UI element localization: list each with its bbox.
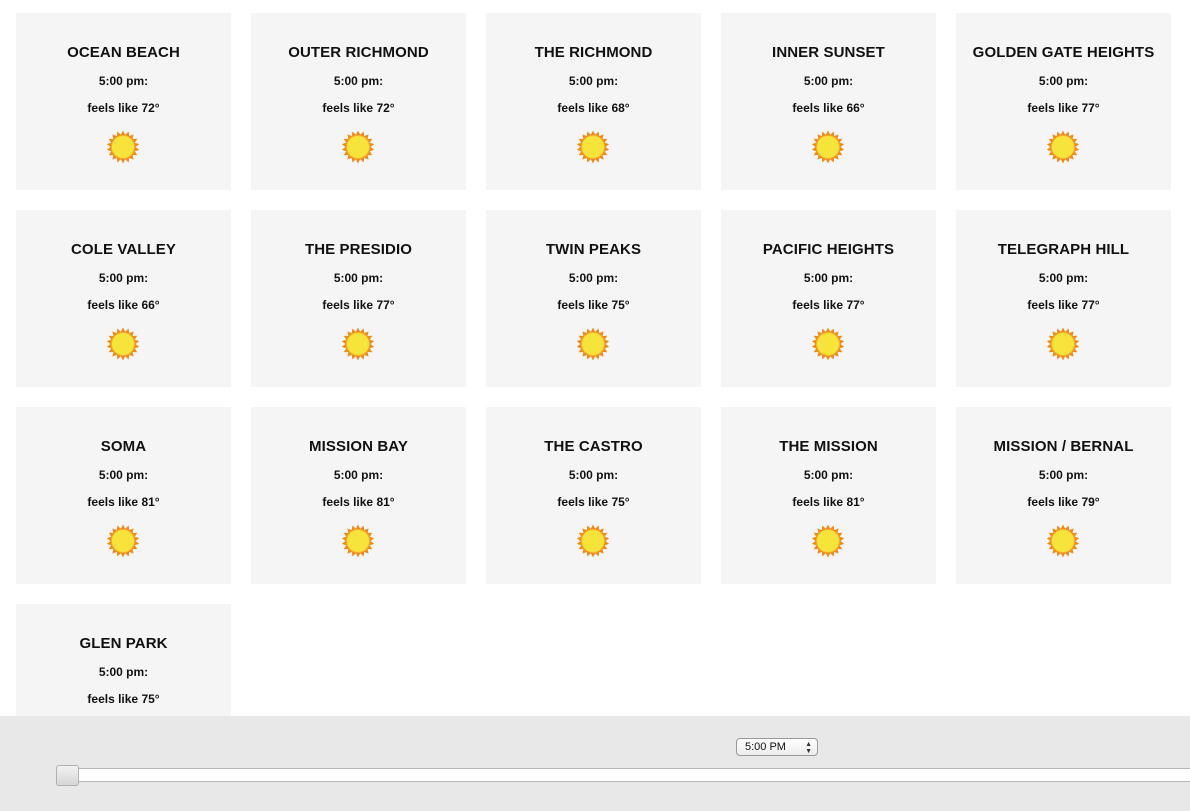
neighborhood-card: GLEN PARK 5:00 pm: feels like 75°: [16, 604, 231, 733]
neighborhood-name: THE MISSION: [779, 438, 878, 455]
forecast-time: 5:00 pm:: [98, 468, 149, 482]
feels-like-temp: feels like 81°: [87, 495, 160, 509]
sun-icon: [1046, 524, 1080, 558]
sun-icon: [341, 524, 375, 558]
feels-like-temp: feels like 68°: [557, 101, 630, 115]
neighborhood-card: SOMA 5:00 pm: feels like 81°: [16, 407, 231, 584]
sun-icon: [811, 327, 845, 361]
sun-icon: [341, 327, 375, 361]
feels-like-temp: feels like 72°: [87, 101, 160, 115]
neighborhood-card: TWIN PEAKS 5:00 pm: feels like 75°: [486, 210, 701, 387]
neighborhood-card: INNER SUNSET 5:00 pm: feels like 66°: [721, 13, 936, 190]
neighborhood-name: INNER SUNSET: [772, 44, 885, 61]
neighborhood-name: GLEN PARK: [79, 635, 168, 652]
neighborhood-name: TELEGRAPH HILL: [997, 241, 1130, 258]
neighborhood-name: TWIN PEAKS: [545, 241, 642, 258]
neighborhood-name: MISSION / BERNAL: [993, 438, 1134, 455]
feels-like-temp: feels like 66°: [792, 101, 865, 115]
forecast-time: 5:00 pm:: [333, 74, 384, 88]
forecast-time: 5:00 pm:: [568, 468, 619, 482]
sun-icon: [576, 327, 610, 361]
time-select-value: 5:00 PM: [745, 741, 786, 753]
sun-icon: [1046, 327, 1080, 361]
sun-icon: [576, 524, 610, 558]
forecast-time: 5:00 pm:: [568, 74, 619, 88]
forecast-time: 5:00 pm:: [1038, 271, 1089, 285]
neighborhood-name: THE RICHMOND: [534, 44, 653, 61]
feels-like-temp: feels like 72°: [322, 101, 395, 115]
sun-icon: [106, 327, 140, 361]
neighborhood-name: COLE VALLEY: [71, 241, 176, 258]
neighborhood-card: PACIFIC HEIGHTS 5:00 pm: feels like 77°: [721, 210, 936, 387]
forecast-time: 5:00 pm:: [333, 468, 384, 482]
neighborhood-name: MISSION BAY: [309, 438, 408, 455]
neighborhood-card: THE CASTRO 5:00 pm: feels like 75°: [486, 407, 701, 584]
feels-like-temp: feels like 79°: [1027, 495, 1100, 509]
feels-like-temp: feels like 75°: [87, 692, 160, 706]
forecast-time: 5:00 pm:: [803, 74, 854, 88]
sun-icon: [341, 130, 375, 164]
forecast-time: 5:00 pm:: [803, 468, 854, 482]
sun-icon: [1046, 130, 1080, 164]
neighborhood-name: SOMA: [100, 438, 147, 455]
feels-like-temp: feels like 77°: [322, 298, 395, 312]
neighborhood-card: COLE VALLEY 5:00 pm: feels like 66°: [16, 210, 231, 387]
time-slider-track[interactable]: [58, 768, 1190, 782]
neighborhood-card: THE PRESIDIO 5:00 pm: feels like 77°: [251, 210, 466, 387]
neighborhood-card: GOLDEN GATE HEIGHTS 5:00 pm: feels like …: [956, 13, 1171, 190]
forecast-time: 5:00 pm:: [803, 271, 854, 285]
forecast-time: 5:00 pm:: [98, 271, 149, 285]
sun-icon: [106, 130, 140, 164]
time-slider-handle[interactable]: [56, 765, 79, 786]
forecast-time: 5:00 pm:: [98, 74, 149, 88]
forecast-time: 5:00 pm:: [333, 271, 384, 285]
sun-icon: [106, 524, 140, 558]
neighborhood-name: THE PRESIDIO: [304, 241, 413, 258]
neighborhood-card: MISSION / BERNAL 5:00 pm: feels like 79°: [956, 407, 1171, 584]
sun-icon: [576, 130, 610, 164]
neighborhood-name: THE CASTRO: [544, 438, 643, 455]
feels-like-temp: feels like 75°: [557, 495, 630, 509]
forecast-time: 5:00 pm:: [1038, 468, 1089, 482]
neighborhood-name: OUTER RICHMOND: [288, 44, 429, 61]
sun-icon: [811, 524, 845, 558]
neighborhood-card: OUTER RICHMOND 5:00 pm: feels like 72°: [251, 13, 466, 190]
feels-like-temp: feels like 66°: [87, 298, 160, 312]
feels-like-temp: feels like 77°: [792, 298, 865, 312]
forecast-time: 5:00 pm:: [98, 665, 149, 679]
feels-like-temp: feels like 77°: [1027, 101, 1100, 115]
feels-like-temp: feels like 75°: [557, 298, 630, 312]
neighborhood-grid: OCEAN BEACH 5:00 pm: feels like 72° OUTE…: [16, 13, 1176, 733]
feels-like-temp: feels like 77°: [1027, 298, 1100, 312]
neighborhood-card: TELEGRAPH HILL 5:00 pm: feels like 77°: [956, 210, 1171, 387]
sun-icon: [811, 130, 845, 164]
neighborhood-card: MISSION BAY 5:00 pm: feels like 81°: [251, 407, 466, 584]
neighborhood-card: OCEAN BEACH 5:00 pm: feels like 72°: [16, 13, 231, 190]
neighborhood-card: THE MISSION 5:00 pm: feels like 81°: [721, 407, 936, 584]
neighborhood-name: PACIFIC HEIGHTS: [762, 241, 895, 258]
neighborhood-name: OCEAN BEACH: [67, 44, 180, 61]
feels-like-temp: feels like 81°: [322, 495, 395, 509]
time-control-bar: 5:00 PM ▲ ▼: [0, 716, 1190, 811]
select-arrows-icon: ▲ ▼: [805, 741, 812, 755]
neighborhood-name: GOLDEN GATE HEIGHTS: [972, 44, 1155, 61]
neighborhood-card: THE RICHMOND 5:00 pm: feels like 68°: [486, 13, 701, 190]
forecast-time: 5:00 pm:: [568, 271, 619, 285]
forecast-time: 5:00 pm:: [1038, 74, 1089, 88]
feels-like-temp: feels like 81°: [792, 495, 865, 509]
time-select[interactable]: 5:00 PM ▲ ▼: [736, 738, 818, 756]
